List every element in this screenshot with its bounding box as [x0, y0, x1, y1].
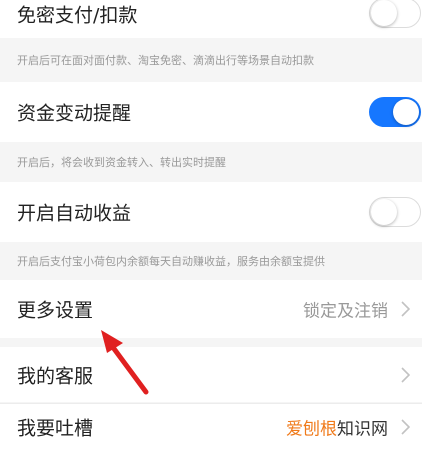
annotation-arrow [101, 330, 149, 395]
